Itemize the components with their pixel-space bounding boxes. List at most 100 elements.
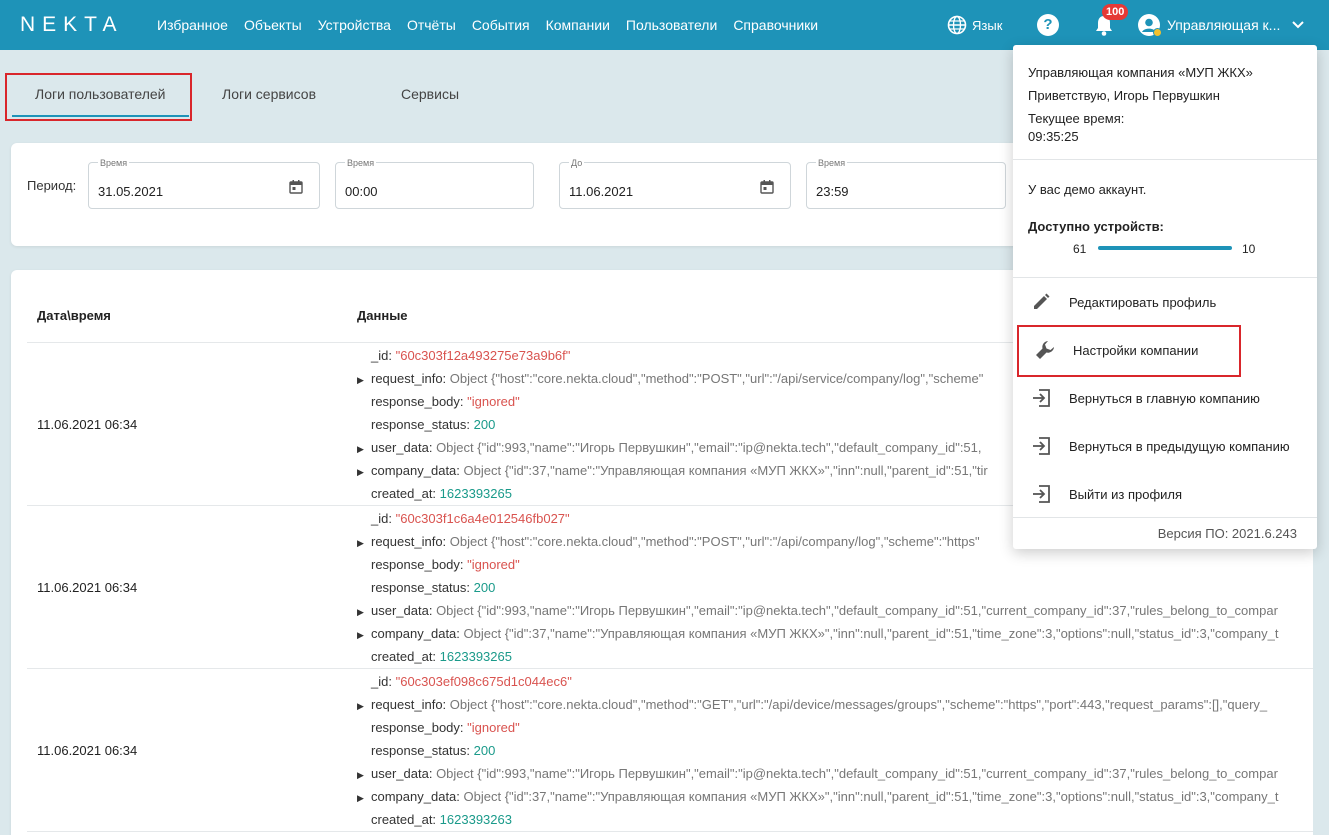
table-row-field[interactable]: ▶ company_data: Object {"id":37,"name":"У… — [357, 463, 988, 478]
nav-reports[interactable]: Отчёты — [407, 17, 456, 33]
table-row-field: response_body: "ignored" — [357, 720, 520, 735]
calendar-icon[interactable] — [760, 180, 774, 199]
table-row-field: created_at: 1623393265 — [357, 649, 512, 664]
menu-item-label: Вернуться в предыдущую компанию — [1069, 438, 1290, 454]
user-menu-button[interactable]: Управляющая к... — [1138, 14, 1305, 37]
date-to-field[interactable]: До 11.06.2021 — [559, 158, 791, 209]
expand-arrow-icon[interactable]: ▶ — [357, 770, 371, 781]
expand-arrow-icon[interactable]: ▶ — [357, 793, 371, 804]
expand-arrow-icon[interactable]: ▶ — [357, 630, 371, 641]
table-row-field: response_status: 200 — [357, 743, 495, 758]
time-to-label: Время — [816, 158, 848, 168]
time-from-label: Время — [345, 158, 377, 168]
field-key: user_data: — [371, 440, 433, 455]
expand-arrow-icon[interactable]: ▶ — [357, 444, 371, 455]
tab-service-logs[interactable]: Логи сервисов — [222, 86, 316, 102]
field-value: 1623393265 — [439, 649, 512, 664]
table-row-field: _id: "60c303f12a493275e73a9b6f" — [357, 348, 570, 363]
field-key: request_info: — [371, 371, 447, 386]
menu-item-logout[interactable]: Выйти из профиля — [1013, 474, 1317, 514]
nav-users[interactable]: Пользователи — [626, 17, 717, 33]
nav-objects[interactable]: Объекты — [244, 17, 302, 33]
field-key: response_body: — [371, 557, 464, 572]
language-label: Язык — [972, 17, 1003, 33]
logo[interactable]: NEKTA — [20, 13, 123, 37]
table-row-field: response_status: 200 — [357, 417, 495, 432]
divider — [1013, 159, 1317, 160]
demo-note: У вас демо аккаунт. — [1028, 182, 1147, 197]
row-datetime: 11.06.2021 06:34 — [37, 580, 138, 595]
field-key: company_data: — [371, 626, 460, 641]
field-key: user_data: — [371, 603, 433, 618]
tab-services[interactable]: Сервисы — [401, 86, 459, 102]
field-key: user_data: — [371, 766, 433, 781]
field-value: "60c303f1c6a4e012546fb027" — [395, 511, 570, 526]
field-value: "ignored" — [467, 394, 520, 409]
menu-item-edit-profile[interactable]: Редактировать профиль — [1013, 282, 1317, 322]
divider — [27, 831, 1313, 832]
pencil-icon — [1013, 292, 1069, 312]
field-value: Object {"id":37,"name":"Управляющая комп… — [463, 626, 1279, 641]
field-value: "60c303ef098c675d1c044ec6" — [395, 674, 572, 689]
main-nav: Избранное Объекты Устройства Отчёты Собы… — [157, 0, 834, 50]
expand-arrow-icon[interactable]: ▶ — [357, 538, 371, 549]
field-value: 200 — [473, 743, 496, 758]
expand-arrow-icon[interactable]: ▶ — [357, 607, 371, 618]
help-icon[interactable]: ? — [1037, 14, 1059, 36]
expand-arrow-icon[interactable]: ▶ — [357, 701, 371, 712]
period-label: Период: — [27, 178, 77, 193]
field-value: "ignored" — [467, 557, 520, 572]
time-from-field[interactable]: Время 00:00 — [335, 158, 534, 209]
nav-devices[interactable]: Устройства — [318, 17, 391, 33]
menu-item-return-main[interactable]: Вернуться в главную компанию — [1013, 378, 1317, 418]
nav-favorites[interactable]: Избранное — [157, 17, 228, 33]
top-navbar: NEKTA Избранное Объекты Устройства Отчёт… — [0, 0, 1329, 50]
enter-icon — [1013, 436, 1069, 456]
language-button[interactable]: Язык — [947, 15, 1002, 35]
field-value: "60c303f12a493275e73a9b6f" — [395, 348, 571, 363]
table-row-field[interactable]: ▶ company_data: Object {"id":37,"name":"У… — [357, 789, 1279, 804]
profile-dropdown: Управляющая компания «МУП ЖКХ» Приветств… — [1013, 45, 1317, 549]
table-row-field[interactable]: ▶ user_data: Object {"id":993,"name":"Иго… — [357, 603, 1278, 618]
table-row-field[interactable]: ▶ user_data: Object {"id":993,"name":"Иго… — [357, 766, 1278, 781]
time-to-value: 23:59 — [816, 184, 849, 199]
field-key: created_at: — [371, 486, 437, 501]
field-key: request_info: — [371, 534, 447, 549]
field-key: company_data: — [371, 789, 460, 804]
date-from-field[interactable]: Время 31.05.2021 — [88, 158, 320, 209]
calendar-icon[interactable] — [289, 180, 303, 199]
table-row-field: response_body: "ignored" — [357, 394, 520, 409]
menu-item-label: Выйти из профиля — [1069, 486, 1183, 502]
table-row-field: _id: "60c303f1c6a4e012546fb027" — [357, 511, 570, 526]
table-row-field[interactable]: ▶ request_info: Object {"host":"core.nekt… — [357, 371, 983, 386]
expand-arrow-icon[interactable]: ▶ — [357, 375, 371, 386]
field-key: response_body: — [371, 720, 464, 735]
field-value: 1623393263 — [439, 812, 512, 827]
field-value: Object {"id":993,"name":"Игорь Первушкин… — [436, 603, 1278, 618]
date-to-value: 11.06.2021 — [569, 184, 634, 199]
nav-references[interactable]: Справочники — [733, 17, 818, 33]
nav-companies[interactable]: Компании — [546, 17, 610, 33]
date-to-label: До — [569, 158, 585, 168]
field-key: response_body: — [371, 394, 464, 409]
expand-arrow-icon[interactable]: ▶ — [357, 467, 371, 478]
table-row-field[interactable]: ▶ request_info: Object {"host":"core.nekt… — [357, 697, 1267, 712]
table-row-field: _id: "60c303ef098c675d1c044ec6" — [357, 674, 572, 689]
field-value: Object {"host":"core.nekta.cloud","metho… — [449, 371, 984, 386]
row-datetime: 11.06.2021 06:34 — [37, 417, 138, 432]
time-to-field[interactable]: Время 23:59 — [806, 158, 1006, 209]
field-key: response_status: — [371, 417, 471, 432]
nav-events[interactable]: События — [472, 17, 530, 33]
field-value: Object {"id":37,"name":"Управляющая комп… — [463, 789, 1279, 804]
table-row-field: created_at: 1623393263 — [357, 812, 512, 827]
field-key: created_at: — [371, 812, 437, 827]
menu-item-return-previous[interactable]: Вернуться в предыдущую компанию — [1013, 426, 1317, 466]
table-row-field[interactable]: ▶ request_info: Object {"host":"core.nekt… — [357, 534, 980, 549]
table-row-field[interactable]: ▶ user_data: Object {"id":993,"name":"Иго… — [357, 440, 982, 455]
table-row-field[interactable]: ▶ company_data: Object {"id":37,"name":"У… — [357, 626, 1279, 641]
table-row-field: response_body: "ignored" — [357, 557, 520, 572]
field-value: Object {"id":37,"name":"Управляющая комп… — [463, 463, 988, 478]
devices-slider — [1098, 246, 1232, 250]
field-key: request_info: — [371, 697, 447, 712]
field-value: 200 — [473, 580, 496, 595]
